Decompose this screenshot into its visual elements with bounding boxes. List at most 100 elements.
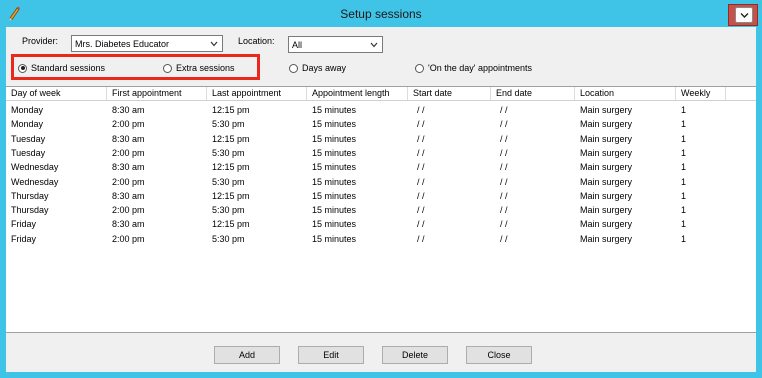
table-row[interactable]: Thursday 2:00 pm 5:30 pm 15 minutes / / / / Ma… (6, 203, 756, 217)
cell-end-date: / / (500, 119, 508, 130)
column-header-weekly[interactable]: Weekly (676, 87, 726, 100)
cell-start-date: / / (417, 147, 425, 158)
cell-last-appointment: 5:30 pm (212, 233, 245, 244)
cell-last-appointment: 5:30 pm (212, 176, 245, 187)
cell-last-appointment: 12:15 pm (212, 219, 250, 230)
cell-day-of-week: Tuesday (11, 133, 46, 144)
cell-last-appointment: 12:15 pm (212, 162, 250, 173)
cell-start-date: / / (417, 205, 425, 216)
on-the-day-radio[interactable]: 'On the day' appointments (415, 61, 532, 75)
provider-value: Mrs. Diabetes Educator (75, 39, 170, 49)
cell-location: Main surgery (580, 162, 633, 173)
cell-day-of-week: Monday (11, 119, 44, 130)
column-header-appointment-length[interactable]: Appointment length (307, 87, 408, 100)
sessions-table[interactable]: Day of week First appointment Last appoint… (6, 86, 756, 333)
table-row[interactable]: Monday 8:30 am 12:15 pm 15 minutes / / / / Mai… (6, 103, 756, 117)
cell-first-appointment: 2:00 pm (112, 119, 145, 130)
cell-day-of-week: Friday (11, 219, 37, 230)
cell-appointment-length: 15 minutes (312, 219, 357, 230)
table-row[interactable]: Friday 8:30 am 12:15 pm 15 minutes / / / / Mai… (6, 217, 756, 231)
cell-start-date: / / (417, 233, 425, 244)
table-row[interactable]: Wednesday 2:00 pm 5:30 pm 15 minutes / / / / M… (6, 175, 756, 189)
cell-weekly: 1 (681, 162, 687, 173)
location-select[interactable]: All (288, 36, 383, 53)
chevron-down-icon (370, 42, 378, 48)
edit-button[interactable]: Edit (298, 346, 364, 364)
cell-first-appointment: 8:30 am (112, 219, 145, 230)
cell-weekly: 1 (681, 205, 687, 216)
table-row[interactable]: Friday 2:00 pm 5:30 pm 15 minutes / / / / Main… (6, 232, 756, 246)
cell-location: Main surgery (580, 133, 633, 144)
column-header-end-date[interactable]: End date (491, 87, 575, 100)
cell-end-date: / / (500, 105, 508, 115)
cell-end-date: / / (500, 205, 508, 216)
cell-appointment-length: 15 minutes (312, 205, 357, 216)
cell-end-date: / / (500, 147, 508, 158)
cell-last-appointment: 12:15 pm (212, 133, 250, 144)
cell-location: Main surgery (580, 205, 633, 216)
column-header-day-of-week[interactable]: Day of week (6, 87, 107, 100)
cell-day-of-week: Wednesday (11, 176, 59, 187)
cell-start-date: / / (417, 219, 425, 230)
days-away-label: Days away (302, 63, 347, 73)
cell-weekly: 1 (681, 176, 687, 187)
chevron-down-icon[interactable] (735, 7, 753, 23)
provider-label: Provider: (22, 36, 59, 46)
cell-start-date: / / (417, 176, 425, 187)
cell-end-date: / / (500, 190, 508, 201)
window-close-button[interactable] (728, 4, 758, 26)
days-away-radio[interactable]: Days away (289, 61, 346, 75)
cell-day-of-week: Thursday (11, 190, 49, 201)
cell-appointment-length: 15 minutes (312, 105, 357, 115)
location-value: All (292, 40, 303, 50)
cell-first-appointment: 8:30 am (112, 105, 145, 115)
column-header-last-appointment[interactable]: Last appointment (207, 87, 307, 100)
cell-weekly: 1 (681, 133, 687, 144)
cell-start-date: / / (417, 105, 425, 115)
column-header-first-appointment[interactable]: First appointment (107, 87, 207, 100)
cell-location: Main surgery (580, 147, 633, 158)
column-header-start-date[interactable]: Start date (408, 87, 491, 100)
cell-weekly: 1 (681, 147, 687, 158)
cell-end-date: / / (500, 162, 508, 173)
cell-location: Main surgery (580, 105, 633, 115)
table-row[interactable]: Thursday 8:30 am 12:15 pm 15 minutes / / / / M… (6, 189, 756, 203)
location-label: Location: (238, 36, 275, 46)
chevron-down-icon (210, 41, 218, 47)
cell-weekly: 1 (681, 105, 687, 115)
setup-sessions-window: Setup sessions Provider: Mrs. Diabetes E… (0, 0, 762, 378)
cell-day-of-week: Friday (11, 233, 37, 244)
highlight-box (11, 54, 260, 80)
on-the-day-label: 'On the day' appointments (428, 63, 533, 73)
title-bar[interactable]: Setup sessions (0, 0, 762, 27)
cell-location: Main surgery (580, 176, 633, 187)
cell-end-date: / / (500, 233, 508, 244)
cell-start-date: / / (417, 133, 425, 144)
column-header-location[interactable]: Location (575, 87, 676, 100)
cell-location: Main surgery (580, 219, 633, 230)
cell-appointment-length: 15 minutes (312, 162, 357, 173)
cell-last-appointment: 5:30 pm (212, 205, 245, 216)
cell-first-appointment: 8:30 am (112, 162, 145, 173)
cell-first-appointment: 2:00 pm (112, 233, 145, 244)
table-row[interactable]: Monday 2:00 pm 5:30 pm 15 minutes / / / / Main… (6, 117, 756, 131)
cell-last-appointment: 12:15 pm (212, 190, 250, 201)
add-button[interactable]: Add (214, 346, 280, 364)
table-row[interactable]: Tuesday 8:30 am 12:15 pm 15 minutes / / / / Ma… (6, 132, 756, 146)
cell-first-appointment: 2:00 pm (112, 205, 145, 216)
cell-weekly: 1 (681, 190, 687, 201)
radio-unselected-icon (415, 63, 424, 73)
cell-start-date: / / (417, 190, 425, 201)
delete-button[interactable]: Delete (382, 346, 448, 364)
cell-first-appointment: 2:00 pm (112, 147, 145, 158)
cell-appointment-length: 15 minutes (312, 147, 357, 158)
table-row[interactable]: Tuesday 2:00 pm 5:30 pm 15 minutes / / / / Mai… (6, 146, 756, 160)
cell-location: Main surgery (580, 119, 633, 130)
cell-appointment-length: 15 minutes (312, 190, 357, 201)
cell-appointment-length: 15 minutes (312, 119, 357, 130)
close-button[interactable]: Close (466, 346, 532, 364)
provider-select[interactable]: Mrs. Diabetes Educator (71, 35, 223, 52)
table-row[interactable]: Wednesday 8:30 am 12:15 pm 15 minutes / / / /… (6, 160, 756, 174)
cell-last-appointment: 12:15 pm (212, 105, 250, 115)
cell-appointment-length: 15 minutes (312, 176, 357, 187)
